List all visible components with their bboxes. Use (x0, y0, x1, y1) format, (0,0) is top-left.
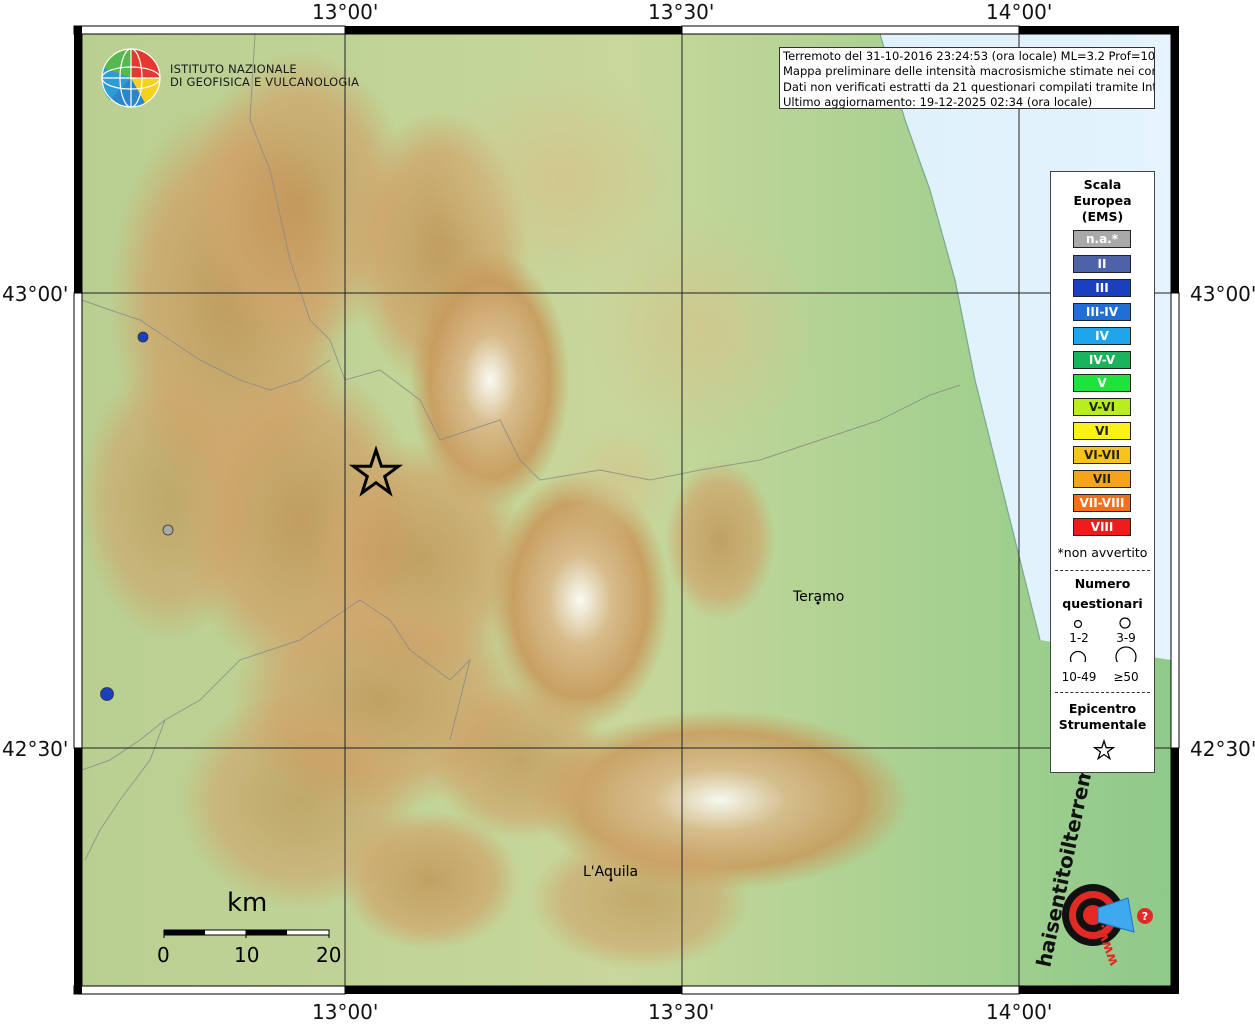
ems-legend: Scala Europea (EMS) n.a.* II III III-IV IV IV… (1050, 171, 1155, 773)
legend-swatch: IV (1073, 327, 1131, 345)
scale-unit: km (227, 888, 268, 918)
scale-tick-20: 20 (316, 943, 342, 967)
legend-swatch: III-IV (1073, 303, 1131, 321)
event-info-box: Terremoto del 31-10-2016 23:24:53 (ora l… (779, 47, 1155, 109)
observation-point[interactable] (162, 524, 174, 536)
scale-tick-0: 0 (157, 943, 170, 967)
lon-label-top-3: 14°00' (986, 0, 1053, 24)
legend-title: Scala Europea (EMS) (1073, 177, 1132, 224)
city-label-laquila: L'Aquila (583, 864, 639, 880)
observation-point[interactable] (100, 687, 114, 701)
scale-tick-10: 10 (234, 943, 260, 967)
legend-swatch: II (1073, 255, 1131, 273)
info-line: Ultimo aggiornamento: 19-12-2025 02:34 (… (783, 95, 1093, 109)
size-label: 10-49 (1061, 670, 1097, 684)
ingv-globe-logo (101, 48, 161, 108)
size-label: 3-9 (1116, 631, 1136, 645)
legend-swatch: III (1073, 279, 1131, 297)
lon-label-bottom-3: 14°00' (986, 1000, 1053, 1024)
city-label-teramo: Teramo (793, 589, 845, 605)
lat-label-left-1: 43°00' (2, 282, 69, 306)
info-line: Terremoto del 31-10-2016 23:24:53 (ora l… (783, 49, 1155, 63)
institute-name: ISTITUTO NAZIONALE DI GEOFISICA E VULCAN… (170, 62, 360, 89)
lat-label-right-2: 42°30' (1190, 737, 1255, 761)
legend-swatch: V (1073, 374, 1131, 392)
legend-note: *non avvertito (1057, 545, 1148, 560)
legend-swatch: VI-VII (1073, 446, 1131, 464)
legend-count-title: Numero questionari (1062, 576, 1143, 611)
info-line: Mappa preliminare delle intensità macros… (783, 64, 1155, 79)
legend-swatch: VII-VIII (1073, 494, 1131, 512)
size-label: 1-2 (1069, 631, 1089, 645)
observation-point[interactable] (137, 331, 149, 343)
lon-label-bottom-2: 13°30' (648, 1000, 715, 1024)
lat-label-left-2: 42°30' (2, 737, 69, 761)
info-line: Dati non verificati estratti da 21 quest… (783, 79, 1155, 94)
legend-swatch: VI (1073, 422, 1131, 440)
size-label: ≥50 (1113, 670, 1139, 684)
legend-epicenter-title: Epicentro Strumentale (1058, 701, 1147, 732)
legend-swatch: n.a.* (1073, 230, 1131, 248)
legend-swatch: VIII (1073, 518, 1131, 536)
lat-label-right-1: 43°00' (1190, 282, 1255, 306)
legend-star-icon (1093, 739, 1115, 761)
legend-swatch: IV-V (1073, 351, 1131, 369)
svg-text:?: ? (1142, 910, 1148, 923)
legend-swatch: VII (1073, 470, 1131, 488)
legend-swatch: V-VI (1073, 398, 1131, 416)
lon-label-bottom-1: 13°00' (312, 1000, 379, 1024)
lon-label-top-1: 13°00' (312, 0, 379, 24)
lon-label-top-2: 13°30' (648, 0, 715, 24)
